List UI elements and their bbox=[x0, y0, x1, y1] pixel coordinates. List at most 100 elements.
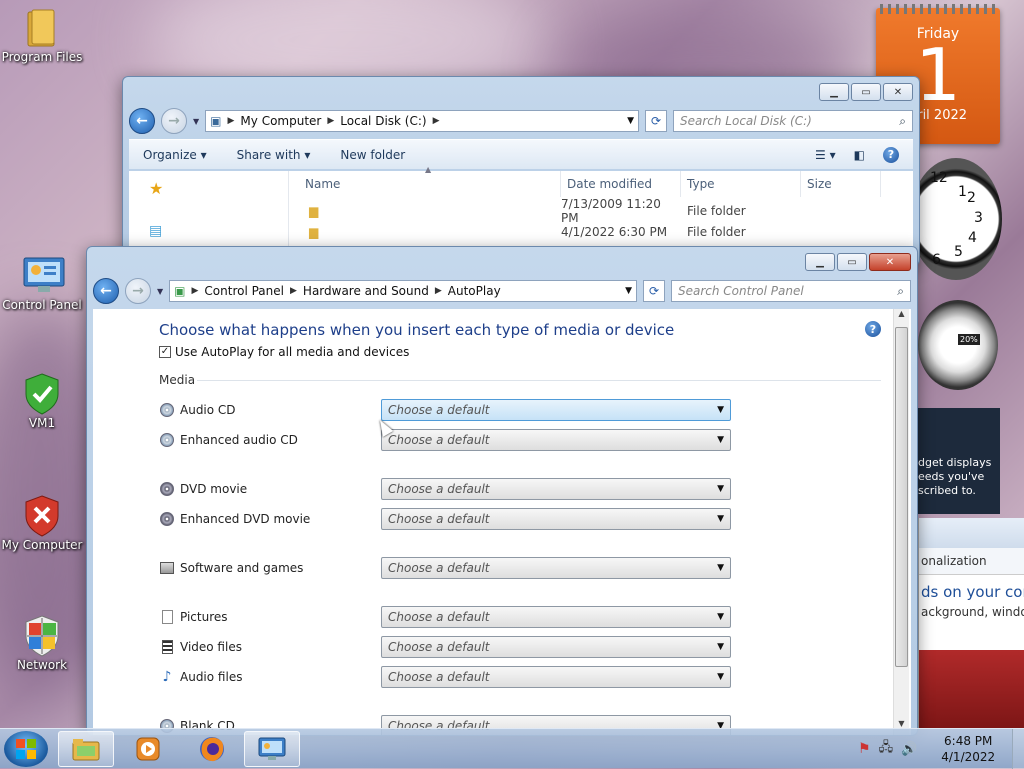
scrollbar-thumb[interactable] bbox=[895, 327, 908, 667]
row-date: 4/1/2022 6:30 PM bbox=[561, 225, 668, 239]
back-button[interactable]: ← bbox=[129, 108, 155, 134]
taskbar: ⚑ 🖧 🔊 6:48 PM 4/1/2022 bbox=[0, 728, 1024, 769]
maximize-button[interactable]: ▭ bbox=[851, 83, 881, 101]
windows-shield-icon bbox=[22, 614, 62, 657]
address-bar[interactable]: ▣ ▶ Control Panel ▶ Hardware and Sound ▶… bbox=[169, 280, 637, 302]
refresh-button[interactable]: ⟳ bbox=[645, 110, 667, 132]
theme-preview[interactable] bbox=[919, 650, 1024, 728]
maximize-button[interactable]: ▭ bbox=[837, 253, 867, 271]
search-input[interactable]: Search Control Panel ⌕ bbox=[671, 280, 911, 302]
use-autoplay-checkbox[interactable]: ✓ bbox=[159, 346, 171, 358]
search-input[interactable]: Search Local Disk (C:) ⌕ bbox=[673, 110, 913, 132]
shield-check-icon bbox=[22, 372, 62, 415]
minimize-button[interactable]: ▁ bbox=[819, 83, 849, 101]
table-row[interactable]: ▆ 4/1/2022 6:30 PM File folder bbox=[299, 222, 913, 242]
show-desktop-button[interactable] bbox=[1012, 729, 1024, 769]
clock-numeral: 3 bbox=[974, 210, 983, 226]
breadcrumb-item[interactable]: Hardware and Sound bbox=[303, 284, 429, 298]
use-autoplay-option[interactable]: ✓ Use AutoPlay for all media and devices bbox=[159, 345, 409, 359]
enhanced-dvd-default-select[interactable]: Choose a default ▼ bbox=[381, 508, 731, 530]
history-dropdown-icon[interactable]: ▼ bbox=[193, 117, 199, 126]
view-options-icon[interactable]: ☰ ▾ bbox=[815, 148, 836, 162]
media-label: Audio CD bbox=[180, 403, 236, 417]
forward-button[interactable]: → bbox=[125, 278, 151, 304]
software-games-default-select[interactable]: Choose a default ▼ bbox=[381, 557, 731, 579]
video-files-default-select[interactable]: Choose a default ▼ bbox=[381, 636, 731, 658]
breadcrumb-item[interactable]: AutoPlay bbox=[448, 284, 501, 298]
start-button[interactable] bbox=[4, 731, 48, 767]
taskbar-firefox-button[interactable] bbox=[184, 731, 240, 767]
history-dropdown-icon[interactable]: ▼ bbox=[157, 287, 163, 296]
desktop-icon-program-files[interactable]: Program Files bbox=[0, 6, 84, 64]
back-button[interactable]: ← bbox=[93, 278, 119, 304]
desktop-icon-network[interactable]: Network bbox=[0, 614, 84, 672]
folder-icon bbox=[22, 6, 62, 47]
favorites-star-icon[interactable]: ★ bbox=[149, 179, 163, 198]
desktop-icon-label: Network bbox=[16, 658, 68, 672]
audio-cd-default-select[interactable]: Choose a default ▼ bbox=[381, 399, 731, 421]
clock-numeral: 1 bbox=[958, 184, 967, 200]
clock-numeral: 4 bbox=[968, 230, 977, 246]
column-header-name[interactable]: Name ▲ bbox=[299, 165, 561, 197]
enhanced-audio-cd-default-select[interactable]: Choose a default ▼ bbox=[381, 429, 731, 451]
desktop-icon-control-panel[interactable]: Control Panel bbox=[0, 254, 84, 312]
preview-pane-icon[interactable]: ◧ bbox=[854, 148, 865, 162]
pictures-icon bbox=[159, 609, 175, 625]
desktop-icon-my-computer[interactable]: My Computer bbox=[0, 494, 84, 552]
column-header-date[interactable]: Date modified bbox=[561, 171, 681, 197]
breadcrumb-item[interactable]: Local Disk (C:) bbox=[340, 114, 426, 128]
taskbar-control-panel-button[interactable] bbox=[244, 731, 300, 767]
search-icon[interactable]: ⌕ bbox=[899, 114, 906, 129]
column-header-size[interactable]: Size bbox=[801, 171, 881, 197]
desktop-icon-label: My Computer bbox=[1, 538, 83, 552]
personalization-window[interactable]: onalization ds on your com ackground, wi… bbox=[918, 518, 1024, 728]
volume-icon[interactable]: 🔊 bbox=[901, 742, 917, 757]
organize-button[interactable]: Organize ▾ bbox=[143, 148, 207, 162]
chevron-down-icon: ▼ bbox=[717, 405, 724, 415]
address-dropdown-icon[interactable]: ▼ bbox=[627, 116, 634, 126]
explorer-window[interactable]: ▁ ▭ ✕ ← → ▼ ▣ ▶ My Computer ▶ Local Disk… bbox=[122, 76, 920, 266]
breadcrumb-item[interactable]: Control Panel bbox=[204, 284, 284, 298]
feed-gadget[interactable]: dget displays eeds you've scribed to. bbox=[918, 408, 1000, 514]
personalization-subtext: ackground, window bbox=[921, 605, 1024, 619]
desktop-icon-label: Control Panel bbox=[2, 298, 82, 312]
search-icon[interactable]: ⌕ bbox=[897, 284, 904, 299]
taskbar-media-player-button[interactable] bbox=[120, 731, 176, 767]
clock-gadget[interactable]: 12 1 2 3 4 5 6 bbox=[910, 158, 1002, 280]
control-panel-small-icon: ▣ bbox=[174, 284, 186, 298]
address-bar[interactable]: ▣ ▶ My Computer ▶ Local Disk (C:) ▶ ▼ bbox=[205, 110, 639, 132]
dvd-movie-icon bbox=[159, 481, 175, 497]
new-folder-button[interactable]: New folder bbox=[340, 148, 405, 162]
page-title: Choose what happens when you insert each… bbox=[159, 321, 675, 339]
breadcrumb-item[interactable]: My Computer bbox=[240, 114, 321, 128]
taskbar-explorer-button[interactable] bbox=[58, 731, 114, 767]
column-header-type[interactable]: Type bbox=[681, 171, 801, 197]
forward-button[interactable]: → bbox=[161, 108, 187, 134]
refresh-button[interactable]: ⟳ bbox=[643, 280, 665, 302]
tray-clock[interactable]: 6:48 PM 4/1/2022 bbox=[941, 733, 995, 765]
close-button[interactable]: ✕ bbox=[869, 253, 911, 271]
table-row[interactable]: ▆ 7/13/2009 11:20 PM File folder bbox=[299, 197, 913, 225]
help-icon[interactable]: ? bbox=[883, 146, 899, 163]
network-icon[interactable]: 🖧 bbox=[879, 738, 894, 760]
minimize-button[interactable]: ▁ bbox=[805, 253, 835, 271]
libraries-icon[interactable]: ▤ bbox=[149, 223, 162, 239]
audio-cd-icon bbox=[159, 402, 175, 418]
cpu-meter-gadget[interactable]: 20% bbox=[918, 300, 998, 390]
chevron-down-icon: ▼ bbox=[717, 642, 724, 652]
help-icon[interactable]: ? bbox=[865, 321, 881, 337]
vertical-scrollbar[interactable]: ▲ ▼ bbox=[893, 309, 909, 735]
dvd-movie-default-select[interactable]: Choose a default ▼ bbox=[381, 478, 731, 500]
use-autoplay-label: Use AutoPlay for all media and devices bbox=[175, 345, 410, 359]
section-divider bbox=[197, 380, 881, 381]
close-button[interactable]: ✕ bbox=[883, 83, 913, 101]
desktop-icon-vm1[interactable]: VM1 bbox=[0, 372, 84, 430]
address-dropdown-icon[interactable]: ▼ bbox=[625, 286, 632, 296]
media-row-dvd-movie: DVD movie bbox=[159, 478, 247, 500]
autoplay-window[interactable]: ▁ ▭ ✕ ← → ▼ ▣ ▶ Control Panel ▶ Hardware… bbox=[86, 246, 918, 736]
audio-files-default-select[interactable]: Choose a default ▼ bbox=[381, 666, 731, 688]
share-with-button[interactable]: Share with ▾ bbox=[237, 148, 311, 162]
pictures-default-select[interactable]: Choose a default ▼ bbox=[381, 606, 731, 628]
scroll-up-icon[interactable]: ▲ bbox=[894, 309, 909, 325]
action-center-flag-icon[interactable]: ⚑ bbox=[858, 741, 871, 757]
